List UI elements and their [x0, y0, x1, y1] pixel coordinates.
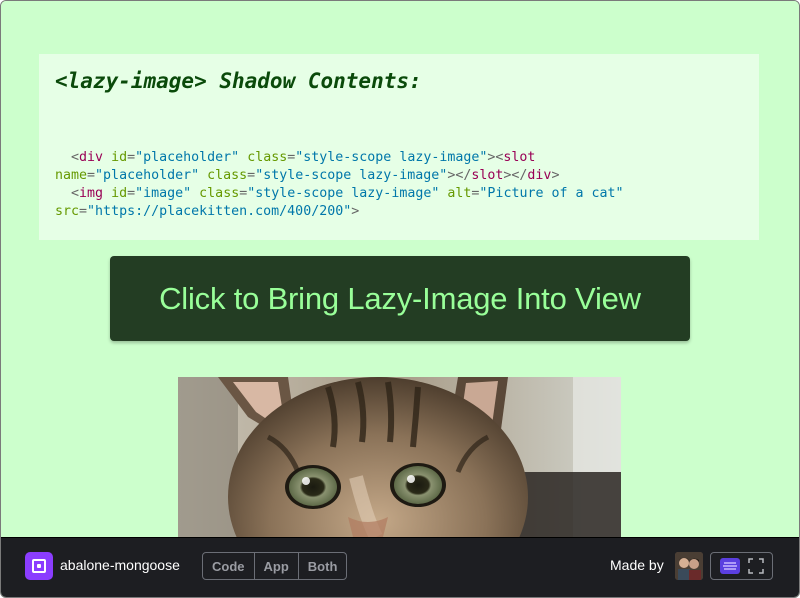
shadow-contents-title: <lazy-image> Shadow Contents: — [55, 69, 422, 93]
code-token-str: "placeholder" — [135, 150, 240, 165]
code-token-punc: > — [351, 204, 360, 219]
code-line: name="placeholder" class="style-scope la… — [55, 167, 743, 185]
shadow-code-block: <div id="placeholder" class="style-scope… — [55, 149, 743, 221]
code-token-str: "style-scope lazy-image" — [255, 168, 448, 183]
app-frame: <lazy-image> Shadow Contents: <div id="p… — [0, 0, 800, 598]
code-token-str: "Picture of a cat" — [479, 186, 624, 201]
code-token-punc: >< — [487, 150, 504, 165]
code-token-tag: div — [79, 150, 104, 165]
code-token-tag: div — [527, 168, 552, 183]
code-token-tag: slot — [471, 168, 504, 183]
code-token-str: "image" — [135, 186, 192, 201]
shadow-contents-panel: <lazy-image> Shadow Contents: <div id="p… — [39, 54, 759, 240]
lazy-image-cat-photo — [178, 377, 621, 537]
code-token-str: "style-scope lazy-image" — [295, 150, 488, 165]
code-token-str: "https://placekitten.com/400/200" — [87, 204, 352, 219]
code-token-punc: = — [247, 168, 256, 183]
expand-icon[interactable] — [748, 558, 764, 574]
code-token-attr: id — [111, 186, 128, 201]
code-line: src="https://placekitten.com/400/200"> — [55, 203, 743, 221]
code-token-str: "style-scope lazy-image" — [247, 186, 440, 201]
app-view-button[interactable]: App — [253, 553, 298, 579]
preview-content: <lazy-image> Shadow Contents: <div id="p… — [1, 1, 799, 537]
stack-icon[interactable] — [719, 558, 741, 574]
cat-photo-icon — [178, 377, 621, 537]
code-token-punc: < — [71, 186, 80, 201]
code-token-punc: ></ — [503, 168, 528, 183]
code-line: <img id="image" class="style-scope lazy-… — [55, 185, 743, 203]
code-token-attr: alt — [447, 186, 472, 201]
code-token-punc: ></ — [447, 168, 472, 183]
author-avatar[interactable] — [675, 552, 703, 580]
code-line: <div id="placeholder" class="style-scope… — [55, 149, 743, 167]
codepen-pen-icon[interactable] — [25, 552, 53, 580]
code-token-attr: class — [207, 168, 248, 183]
code-token-tag: slot — [503, 150, 536, 165]
code-token-str: "placeholder" — [95, 168, 200, 183]
bring-into-view-button[interactable]: Click to Bring Lazy-Image Into View — [110, 256, 690, 341]
code-token-punc: = — [127, 150, 136, 165]
view-switch: Code App Both — [202, 552, 348, 580]
fullscreen-controls — [710, 552, 773, 580]
code-token-attr: name — [55, 168, 88, 183]
pen-name[interactable]: abalone-mongoose — [60, 557, 180, 573]
code-token-attr: src — [55, 204, 80, 219]
code-view-button[interactable]: Code — [203, 553, 253, 579]
code-token-punc: = — [127, 186, 136, 201]
code-token-punc: = — [79, 204, 88, 219]
code-token-tag: img — [79, 186, 104, 201]
code-token-attr: class — [199, 186, 240, 201]
code-token-punc: = — [87, 168, 96, 183]
made-by-label: Made by — [610, 557, 664, 573]
code-token-punc: > — [551, 168, 560, 183]
code-token-attr: id — [111, 150, 128, 165]
code-token-attr: class — [247, 150, 288, 165]
code-token-punc: < — [71, 150, 80, 165]
footer-bar: abalone-mongoose Code App Both Made by — [1, 537, 799, 597]
both-view-button[interactable]: Both — [297, 553, 347, 579]
